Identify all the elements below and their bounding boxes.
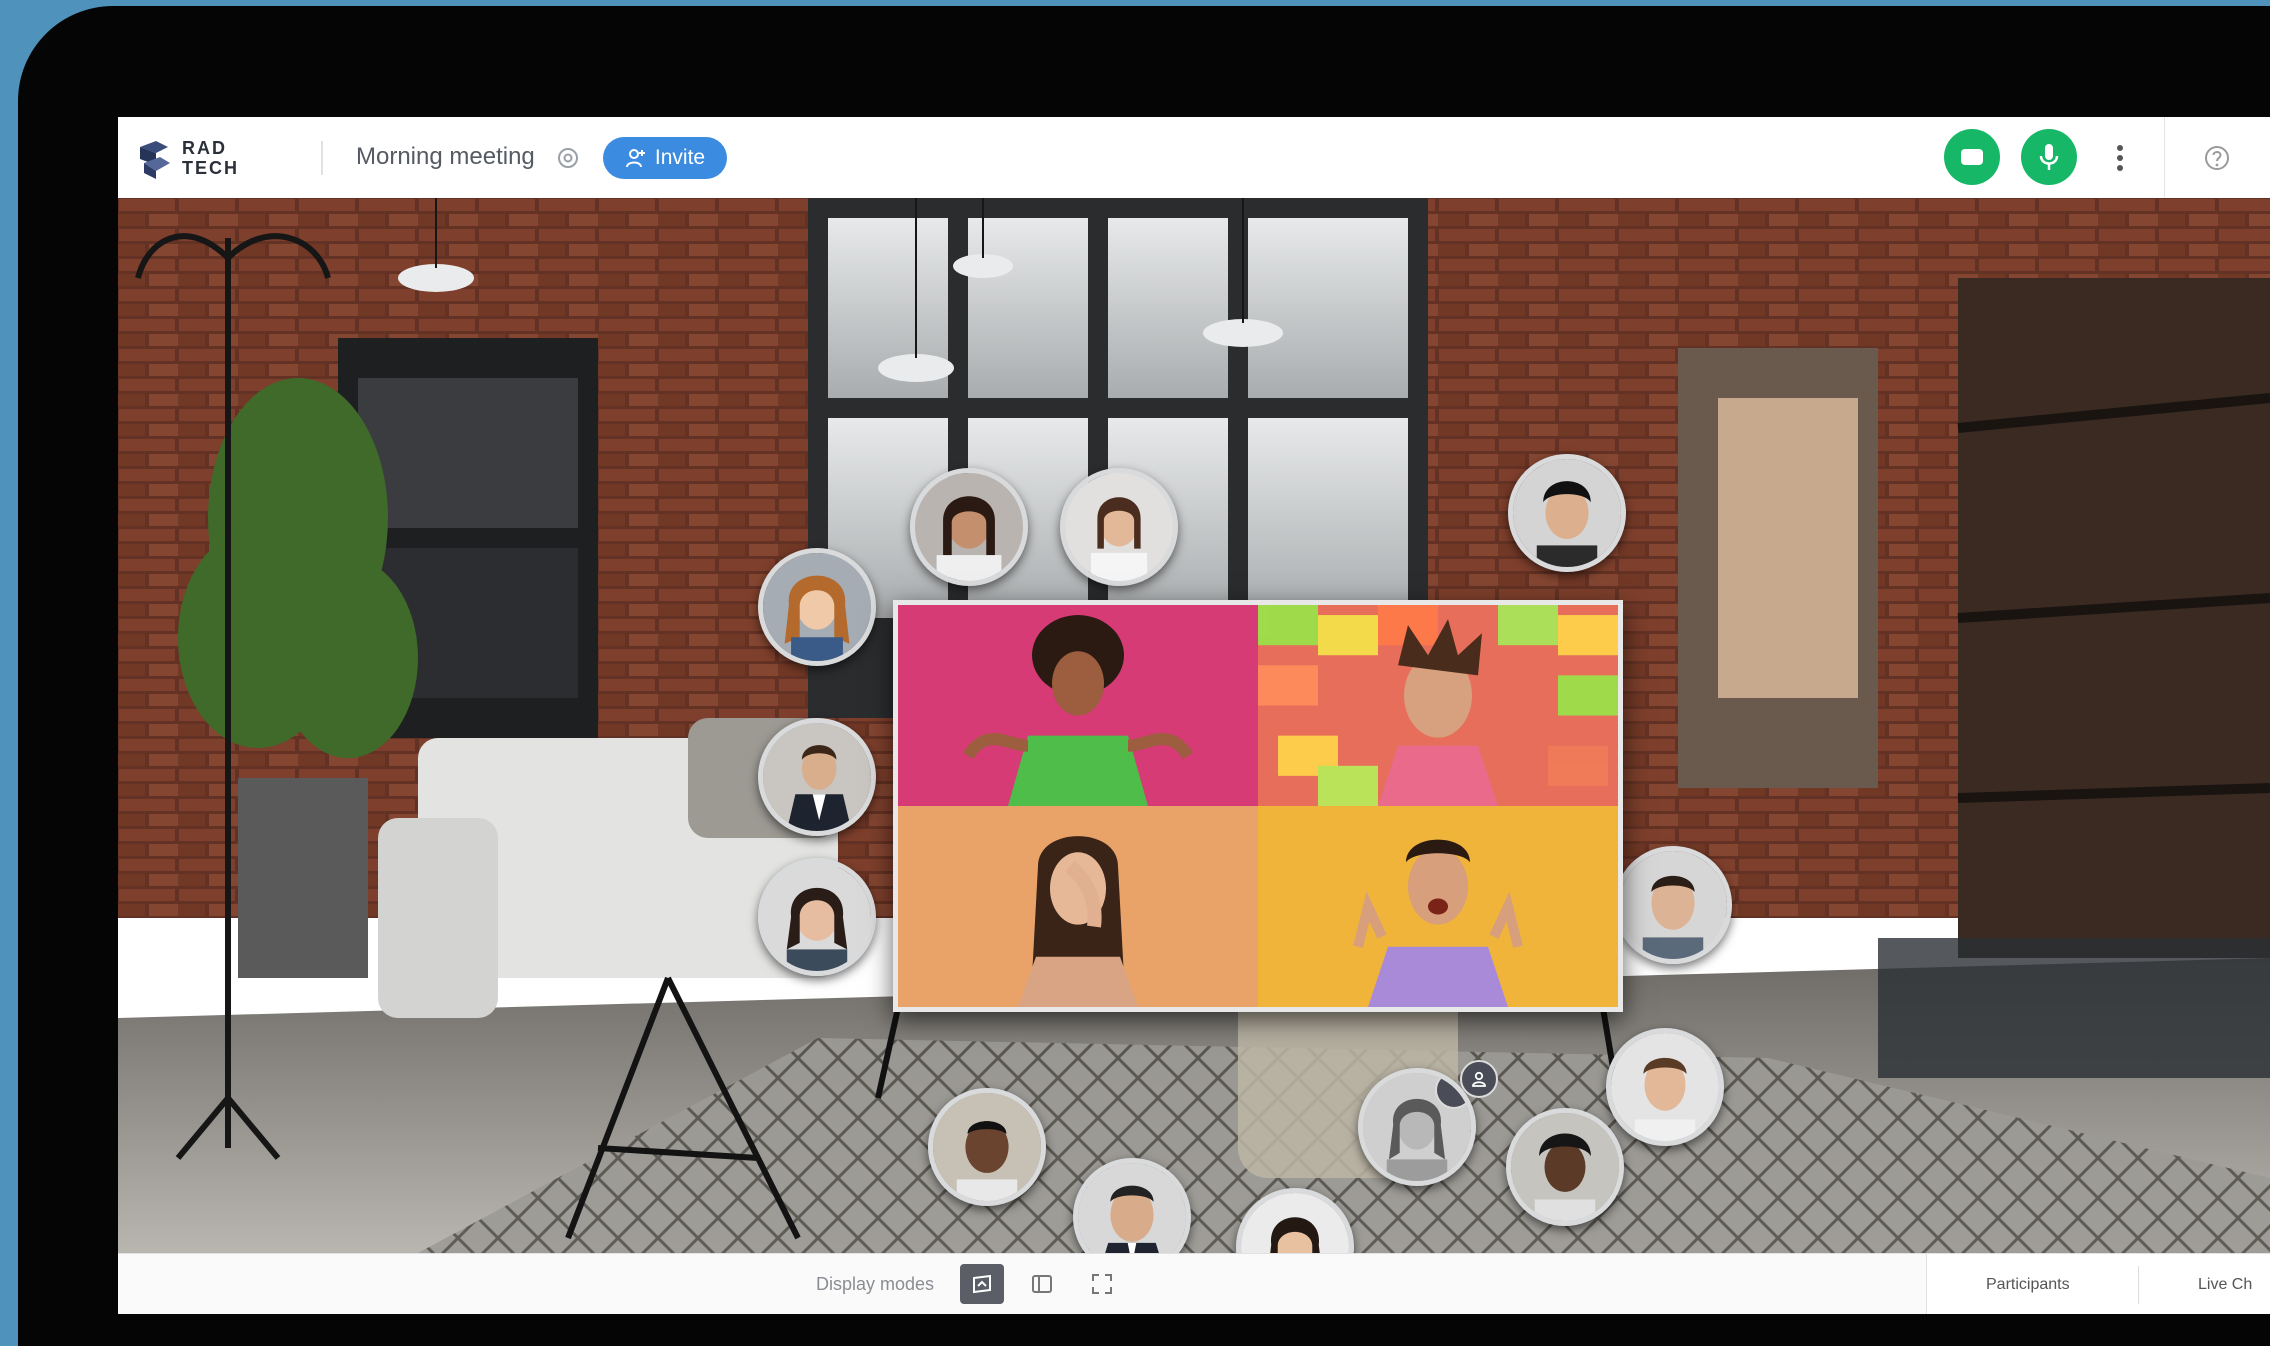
tab-divider (2138, 1266, 2139, 1304)
participant-avatar[interactable] (758, 548, 876, 666)
display-mode-sidebar-button[interactable] (1020, 1264, 1064, 1304)
participant-avatar[interactable] (1506, 1108, 1624, 1226)
display-mode-room-button[interactable] (960, 1264, 1004, 1304)
sidebar-view-icon (1032, 1275, 1052, 1293)
brand-name: RAD TECH (182, 138, 239, 178)
display-mode-fullscreen-button[interactable] (1080, 1264, 1124, 1304)
bottom-bar: Display modes Participants Live Ch (118, 1253, 2270, 1314)
more-vertical-icon[interactable] (2108, 137, 2132, 179)
virtual-room[interactable] (118, 198, 2270, 1253)
logo-icon (140, 141, 170, 179)
camera-toggle-button[interactable] (1944, 129, 2000, 185)
participant-avatar[interactable] (1614, 846, 1732, 964)
camera-icon (1961, 149, 1983, 165)
video-tile[interactable] (1258, 806, 1618, 1007)
invite-label: Invite (654, 146, 706, 169)
header-divider-right (2164, 117, 2165, 198)
microphone-toggle-button[interactable] (2021, 129, 2077, 185)
tab-participants[interactable]: Participants (1986, 1276, 2070, 1294)
video-tile[interactable] (898, 605, 1258, 806)
tab-live-chat[interactable]: Live Ch (2198, 1276, 2252, 1294)
meeting-title: Morning meeting (356, 143, 535, 170)
add-user-icon (625, 149, 645, 168)
top-bar: RAD TECH Morning meeting Invite (118, 117, 2270, 199)
header-divider (321, 141, 323, 175)
microphone-icon (2039, 144, 2059, 170)
display-modes-label: Display modes (816, 1274, 935, 1294)
participant-avatar[interactable] (928, 1088, 1046, 1206)
shared-video-grid[interactable] (893, 600, 1623, 1012)
participant-avatar[interactable] (910, 468, 1028, 586)
participant-avatar[interactable] (758, 718, 876, 836)
brand-logo[interactable]: RAD TECH (134, 137, 239, 179)
room-view-icon (973, 1274, 991, 1294)
presenter-badge-icon (1460, 1060, 1498, 1098)
video-tile[interactable] (1258, 605, 1618, 806)
invite-button[interactable]: Invite (603, 137, 727, 179)
app-window: RAD TECH Morning meeting Invite Display … (118, 117, 2270, 1314)
video-tile[interactable] (898, 806, 1258, 1007)
participant-avatar[interactable] (1508, 454, 1626, 572)
help-icon[interactable] (2203, 144, 2231, 172)
participant-avatar[interactable] (1060, 468, 1178, 586)
fullscreen-icon (1092, 1274, 1112, 1294)
gear-icon[interactable] (556, 146, 580, 170)
participant-avatar[interactable] (758, 858, 876, 976)
participant-avatar[interactable] (1358, 1068, 1476, 1186)
participant-avatar[interactable] (1606, 1028, 1724, 1146)
